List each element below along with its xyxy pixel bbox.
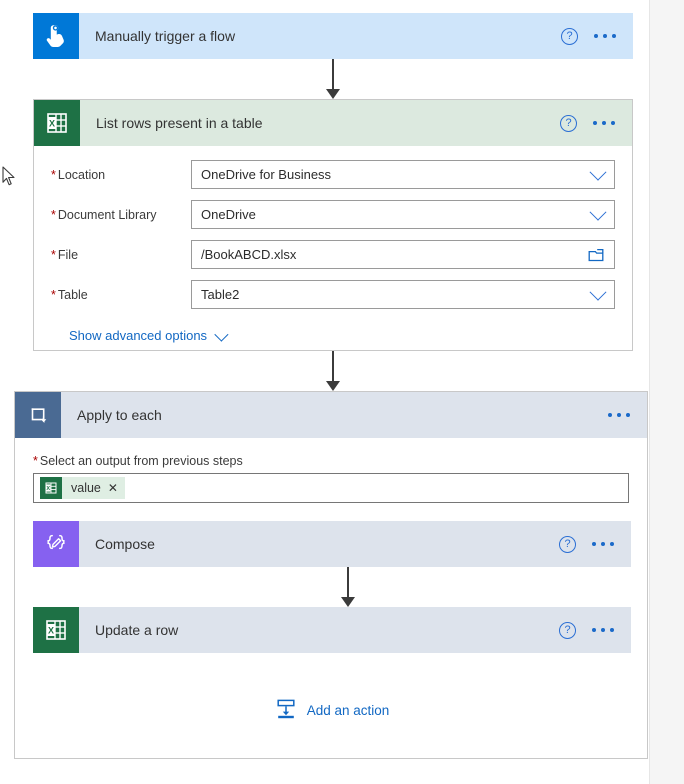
- connector-arrow: [320, 59, 346, 99]
- card-header[interactable]: Manually trigger a flow ?: [33, 13, 633, 59]
- ellipsis-icon[interactable]: [594, 30, 616, 42]
- output-field-label: * Select an output from previous steps: [33, 454, 629, 468]
- folder-picker-icon[interactable]: [588, 248, 614, 262]
- excel-icon: X: [33, 607, 79, 653]
- form-row-table: * Table Table2: [51, 280, 615, 309]
- required-marker: *: [33, 454, 38, 468]
- output-field-label-text: Select an output from previous steps: [39, 454, 243, 468]
- add-action-icon: [275, 698, 297, 723]
- field-label-text: File: [57, 247, 79, 262]
- flow-step-manual-trigger[interactable]: Manually trigger a flow ?: [33, 13, 633, 59]
- ellipsis-icon[interactable]: [608, 409, 630, 421]
- card-header[interactable]: X List rows present in a table ?: [34, 100, 632, 146]
- chevron-down-icon[interactable]: [589, 203, 614, 221]
- show-advanced-options-link[interactable]: Show advanced options: [51, 320, 615, 343]
- header-actions: ?: [559, 535, 631, 553]
- ellipsis-icon[interactable]: [592, 624, 614, 636]
- field-label: * Document Library: [51, 208, 191, 222]
- field-label-text: Document Library: [57, 207, 157, 222]
- chevron-down-icon[interactable]: [589, 283, 614, 301]
- flow-designer-canvas: Manually trigger a flow ? X List rows pr…: [0, 0, 684, 784]
- show-advanced-options-label: Show advanced options: [69, 328, 208, 343]
- compose-braces-icon: [33, 521, 79, 567]
- form-row-file: * File /BookABCD.xlsx: [51, 240, 615, 269]
- table-dropdown[interactable]: Table2: [191, 280, 615, 309]
- step-title: Compose: [95, 536, 155, 552]
- flow-step-update-a-row[interactable]: X Update a row ?: [33, 607, 631, 653]
- field-value: /BookABCD.xlsx: [201, 247, 297, 262]
- header-actions: ?: [559, 621, 631, 639]
- flow-step-compose[interactable]: Compose ?: [33, 521, 631, 567]
- ellipsis-icon[interactable]: [592, 538, 614, 550]
- header-actions: [608, 409, 647, 421]
- help-icon[interactable]: ?: [561, 27, 578, 45]
- step-title: Apply to each: [77, 407, 162, 423]
- ellipsis-icon[interactable]: [593, 117, 615, 129]
- document-library-dropdown[interactable]: OneDrive: [191, 200, 615, 229]
- card-header[interactable]: Compose ?: [33, 521, 631, 567]
- form-row-document-library: * Document Library OneDrive: [51, 200, 615, 229]
- field-value: Table2: [201, 287, 240, 302]
- step-title: List rows present in a table: [96, 115, 263, 131]
- field-label: * File: [51, 248, 191, 262]
- required-marker: *: [51, 207, 56, 222]
- step-title: Update a row: [95, 622, 179, 638]
- header-actions: ?: [560, 114, 632, 132]
- svg-text:X: X: [48, 626, 54, 636]
- output-token-input[interactable]: X value ✕: [33, 473, 629, 503]
- flow-step-list-rows[interactable]: X List rows present in a table ? * Locati…: [33, 99, 633, 351]
- field-value: OneDrive: [201, 207, 256, 222]
- svg-text:X: X: [49, 119, 55, 129]
- help-icon[interactable]: ?: [559, 535, 576, 553]
- loop-icon: [15, 392, 61, 438]
- excel-icon: X: [40, 477, 62, 499]
- file-input[interactable]: /BookABCD.xlsx: [191, 240, 615, 269]
- header-actions: ?: [561, 27, 633, 45]
- connector-arrow: [320, 351, 346, 391]
- flow-step-apply-to-each[interactable]: Apply to each * Select an output from pre…: [14, 391, 648, 759]
- field-label-text: Table: [57, 287, 88, 302]
- help-icon[interactable]: ?: [559, 621, 576, 639]
- required-marker: *: [51, 247, 56, 262]
- card-header[interactable]: X Update a row ?: [33, 607, 631, 653]
- field-label-text: Location: [57, 167, 106, 182]
- token-label: value: [71, 481, 101, 495]
- token-chip-value[interactable]: X value ✕: [40, 477, 125, 499]
- card-body: * Location OneDrive for Business * Documen…: [34, 146, 632, 343]
- step-title: Manually trigger a flow: [95, 28, 236, 44]
- field-label: * Table: [51, 288, 191, 302]
- svg-text:X: X: [46, 486, 50, 492]
- field-value: OneDrive for Business: [201, 167, 332, 182]
- add-an-action-label: Add an action: [306, 703, 390, 718]
- required-marker: *: [51, 287, 56, 302]
- add-an-action-button[interactable]: Add an action: [15, 698, 649, 723]
- required-marker: *: [51, 167, 56, 182]
- field-label: * Location: [51, 168, 191, 182]
- form-row-location: * Location OneDrive for Business: [51, 160, 615, 189]
- hand-tap-icon: [33, 13, 79, 59]
- loop-body: *Select an output from previous steps X: [15, 438, 647, 503]
- mouse-cursor: [2, 166, 16, 187]
- card-header[interactable]: Apply to each: [15, 392, 647, 438]
- close-icon[interactable]: ✕: [108, 482, 118, 494]
- location-dropdown[interactable]: OneDrive for Business: [191, 160, 615, 189]
- excel-icon: X: [34, 100, 80, 146]
- chevron-down-icon: [214, 327, 229, 342]
- chevron-down-icon[interactable]: [589, 163, 614, 181]
- connector-arrow: [335, 567, 361, 607]
- help-icon[interactable]: ?: [560, 114, 577, 132]
- canvas-right-gutter: [649, 0, 684, 784]
